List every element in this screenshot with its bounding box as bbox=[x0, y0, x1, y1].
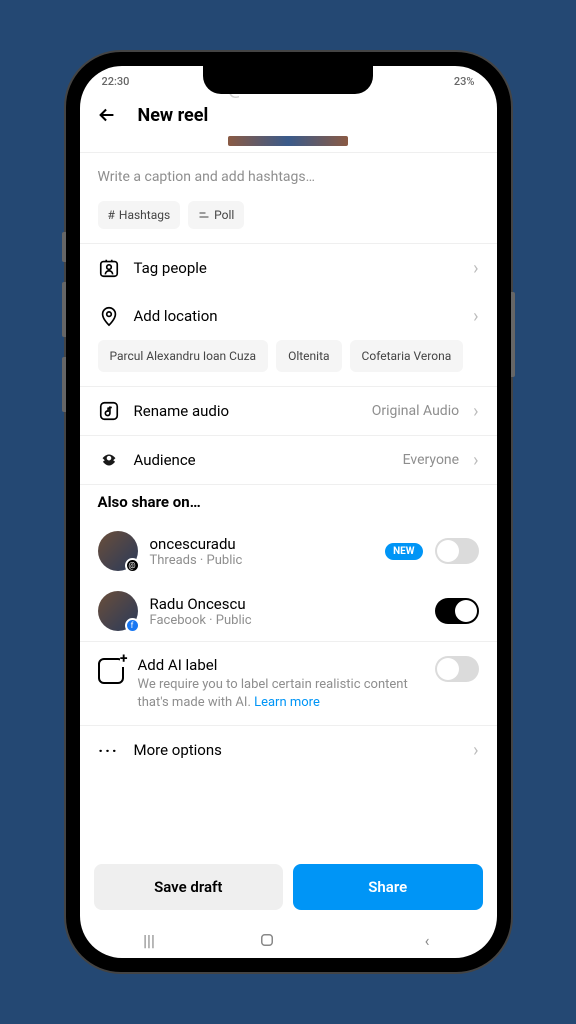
page-title: New reel bbox=[138, 105, 209, 126]
poll-label: Poll bbox=[214, 208, 234, 222]
hashtags-label: Hashtags bbox=[119, 208, 170, 222]
threads-toggle[interactable] bbox=[435, 538, 479, 564]
nav-recent-icon[interactable]: ||| bbox=[119, 931, 179, 950]
ai-label-toggle[interactable] bbox=[435, 656, 479, 682]
caption-input[interactable]: Write a caption and add hashtags… bbox=[80, 153, 497, 201]
tag-people-row[interactable]: Tag people › bbox=[80, 244, 497, 292]
add-ai-icon bbox=[98, 658, 124, 684]
share-button[interactable]: Share bbox=[293, 864, 483, 910]
audience-value: Everyone bbox=[403, 452, 459, 468]
tag-people-icon bbox=[98, 257, 120, 279]
facebook-avatar: f bbox=[98, 591, 138, 631]
threads-avatar: @ bbox=[98, 531, 138, 571]
nav-home-icon[interactable] bbox=[258, 931, 318, 949]
more-icon: ··· bbox=[98, 739, 120, 761]
more-options-row[interactable]: ··· More options › bbox=[80, 726, 497, 774]
threads-name: oncescuradu bbox=[150, 535, 374, 553]
tag-people-label: Tag people bbox=[134, 259, 460, 277]
ai-label-desc: We require you to label certain realisti… bbox=[138, 676, 421, 711]
hashtags-chip[interactable]: # Hashtags bbox=[98, 201, 181, 229]
facebook-meta: Facebook · Public bbox=[150, 613, 423, 628]
audience-row[interactable]: Audience Everyone › bbox=[80, 436, 497, 484]
threads-badge-icon: @ bbox=[125, 558, 140, 573]
audience-icon bbox=[98, 449, 120, 471]
rename-audio-value: Original Audio bbox=[372, 403, 459, 419]
phone-notch bbox=[203, 66, 373, 94]
also-share-title: Also share on… bbox=[80, 485, 497, 521]
chevron-right-icon: › bbox=[473, 740, 478, 761]
chevron-right-icon: › bbox=[473, 401, 478, 422]
location-chip-2[interactable]: Cofetaria Verona bbox=[350, 340, 464, 372]
poll-chip[interactable]: Poll bbox=[188, 201, 244, 229]
facebook-name: Radu Oncescu bbox=[150, 595, 423, 613]
more-options-label: More options bbox=[134, 741, 460, 759]
rename-audio-label: Rename audio bbox=[134, 402, 358, 420]
ai-learn-more-link[interactable]: Learn more bbox=[254, 695, 320, 710]
chevron-right-icon: › bbox=[473, 450, 478, 471]
phone-frame: @onsescuradu 22:30 23% New reel Write a … bbox=[66, 52, 511, 972]
status-battery: 23% bbox=[454, 75, 475, 88]
chevron-right-icon: › bbox=[473, 258, 478, 279]
bottom-actions: Save draft Share bbox=[80, 852, 497, 922]
location-icon bbox=[98, 305, 120, 327]
add-location-label: Add location bbox=[134, 307, 460, 325]
back-arrow-icon[interactable] bbox=[96, 104, 118, 126]
facebook-share-row: f Radu Oncescu Facebook · Public bbox=[80, 581, 497, 641]
save-draft-button[interactable]: Save draft bbox=[94, 864, 284, 910]
status-time: 22:30 bbox=[102, 75, 130, 88]
threads-meta: Threads · Public bbox=[150, 553, 374, 568]
facebook-toggle[interactable] bbox=[435, 598, 479, 624]
chevron-right-icon: › bbox=[473, 306, 478, 327]
audio-icon bbox=[98, 400, 120, 422]
threads-share-row: @ oncescuradu Threads · Public NEW bbox=[80, 521, 497, 581]
location-chip-1[interactable]: Oltenita bbox=[276, 340, 341, 372]
ai-label-title: Add AI label bbox=[138, 656, 421, 674]
facebook-badge-icon: f bbox=[125, 618, 140, 633]
nav-back-icon[interactable]: ‹ bbox=[397, 931, 457, 950]
header: New reel bbox=[80, 96, 497, 136]
rename-audio-row[interactable]: Rename audio Original Audio › bbox=[80, 387, 497, 435]
reel-thumbnail[interactable] bbox=[80, 136, 497, 152]
audience-label: Audience bbox=[134, 451, 389, 469]
new-badge: NEW bbox=[385, 543, 422, 560]
add-location-row[interactable]: Add location › bbox=[80, 292, 497, 340]
location-chip-0[interactable]: Parcul Alexandru Ioan Cuza bbox=[98, 340, 269, 372]
android-nav-bar: ||| ‹ bbox=[80, 922, 497, 958]
ai-label-row: Add AI label We require you to label cer… bbox=[80, 642, 497, 725]
poll-icon bbox=[198, 209, 210, 221]
hashtag-icon: # bbox=[108, 208, 115, 222]
